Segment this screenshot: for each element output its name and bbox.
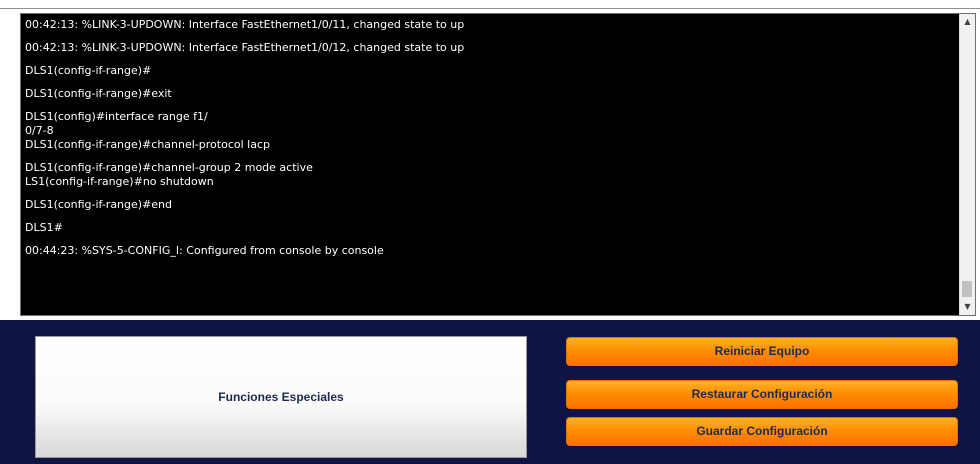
save-config-button[interactable]: Guardar Configuración xyxy=(566,417,958,446)
scroll-down-icon[interactable]: ▼ xyxy=(960,299,975,315)
console-line: DLS1(config-if-range)#channel-group 2 mo… xyxy=(25,161,313,174)
console-line: DLS1(config)#interface range f1/ xyxy=(25,110,208,123)
top-divider xyxy=(0,0,980,9)
console-line: DLS1# xyxy=(25,221,63,234)
console-line: DLS1(config-if-range)#channel-protocol l… xyxy=(25,138,270,151)
restart-device-button[interactable]: Reiniciar Equipo xyxy=(566,337,958,366)
restore-config-button[interactable]: Restaurar Configuración xyxy=(566,380,958,409)
console-line: DLS1(config-if-range)#end xyxy=(25,198,173,211)
scroll-thumb[interactable] xyxy=(962,281,972,297)
console-line: DLS1(config-if-range)# xyxy=(25,64,152,77)
console-line: 00:42:13: %LINK-3-UPDOWN: Interface Fast… xyxy=(25,41,465,54)
console-line: DLS1(config-if-range)#exit xyxy=(25,87,172,100)
special-functions-box: Funciones Especiales xyxy=(35,336,527,458)
console-line: 0/7-8 xyxy=(25,124,54,137)
console-scrollbar[interactable]: ▲ ▼ xyxy=(959,14,975,315)
cli-console[interactable]: 00:42:13: %LINK-3-UPDOWN: Interface Fast… xyxy=(20,13,976,316)
console-output[interactable]: 00:42:13: %LINK-3-UPDOWN: Interface Fast… xyxy=(25,18,955,314)
scroll-up-icon[interactable]: ▲ xyxy=(960,14,975,30)
console-line: LS1(config-if-range)#no shutdown xyxy=(25,175,214,188)
console-line: 00:42:13: %LINK-3-UPDOWN: Interface Fast… xyxy=(25,18,465,31)
special-functions-label: Funciones Especiales xyxy=(218,390,344,404)
controls-panel: Funciones Especiales Reiniciar Equipo Re… xyxy=(0,320,980,464)
console-line: 00:44:23: %SYS-5-CONFIG_I: Configured fr… xyxy=(25,244,384,257)
